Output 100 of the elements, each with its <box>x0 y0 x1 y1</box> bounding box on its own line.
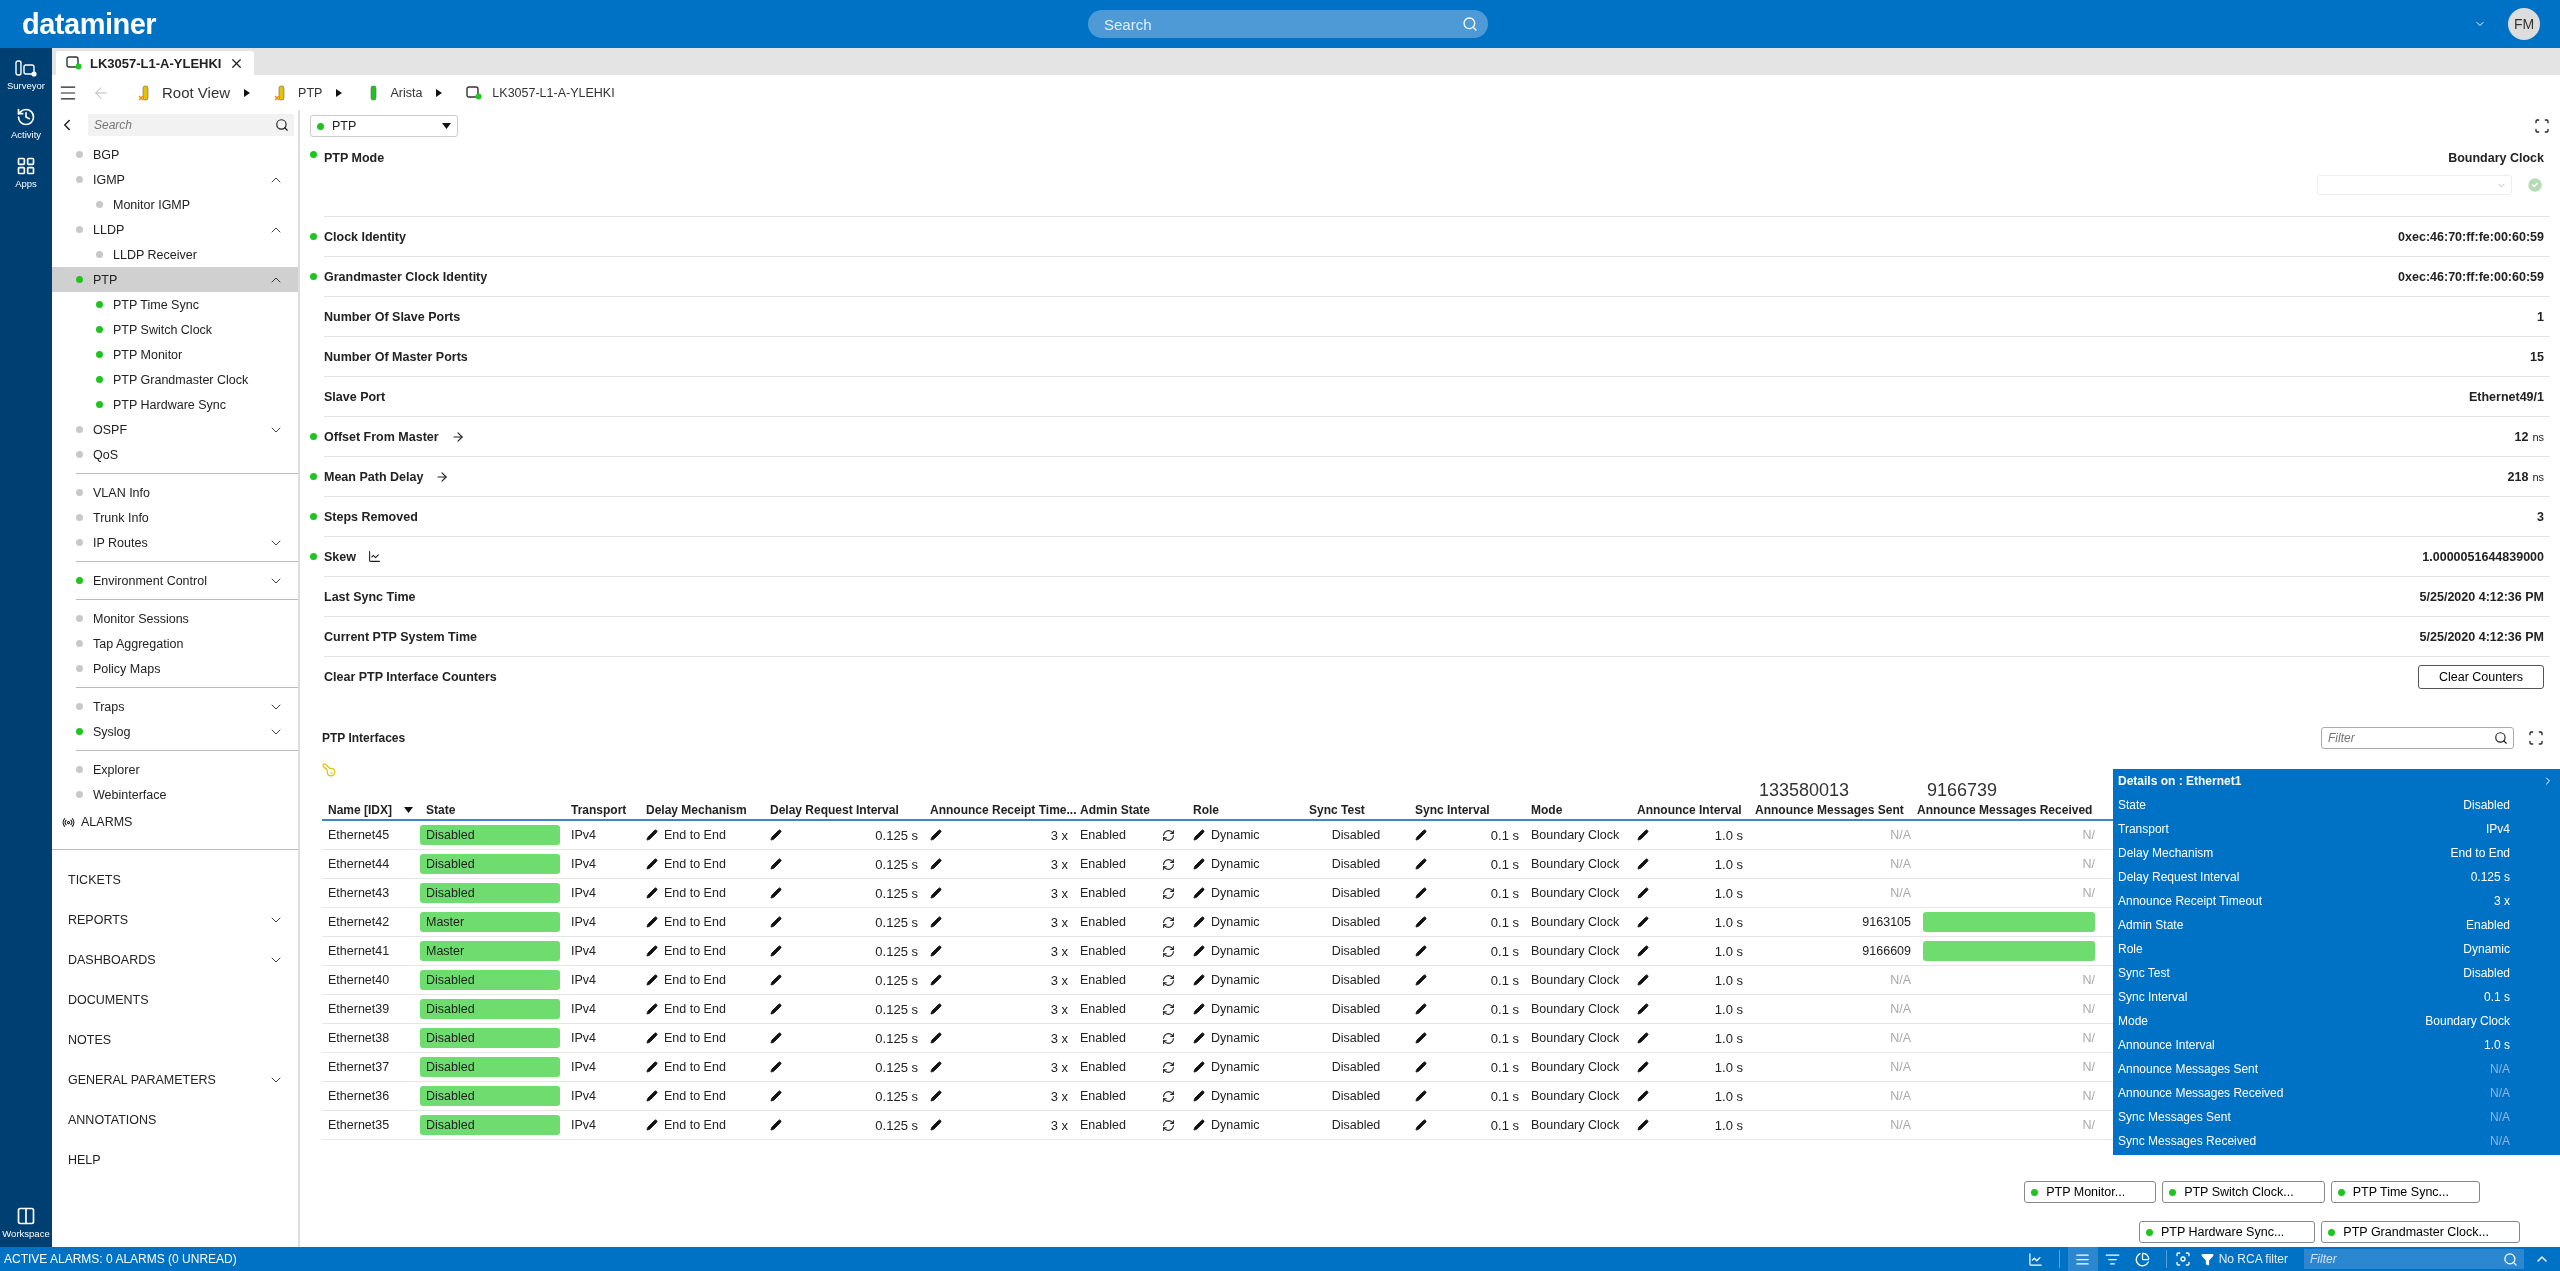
column-header[interactable]: Transport <box>565 803 627 817</box>
linked-page-button[interactable]: PTP Grandmaster Clock... <box>2321 1221 2520 1243</box>
tree-item[interactable]: Trunk Info <box>52 505 298 530</box>
pencil-icon[interactable] <box>770 1003 782 1015</box>
focus-icon[interactable] <box>2174 1251 2191 1267</box>
tree-item[interactable]: LLDP <box>52 217 298 242</box>
tree-item[interactable]: Explorer <box>52 757 298 782</box>
pencil-icon[interactable] <box>1415 1119 1427 1131</box>
menu-item[interactable]: TICKETS <box>52 860 298 900</box>
pencil-icon[interactable] <box>1193 945 1205 957</box>
tree-item[interactable]: BGP <box>52 142 298 167</box>
pencil-icon[interactable] <box>1193 829 1205 841</box>
rail-button[interactable]: Surveyor <box>0 58 52 93</box>
refresh-icon[interactable] <box>1162 915 1175 929</box>
tree-item[interactable]: PTP Monitor <box>52 342 298 367</box>
pencil-icon[interactable] <box>1193 1003 1205 1015</box>
refresh-icon[interactable] <box>1162 1060 1175 1074</box>
pencil-icon[interactable] <box>646 1061 658 1073</box>
fullscreen-icon[interactable] <box>2528 730 2544 746</box>
tree-item[interactable]: VLAN Info <box>52 480 298 505</box>
pencil-icon[interactable] <box>930 974 942 986</box>
pencil-icon[interactable] <box>770 829 782 841</box>
tree-item[interactable]: Monitor IGMP <box>52 192 298 217</box>
breadcrumb-link[interactable]: Root View <box>162 84 231 101</box>
refresh-icon[interactable] <box>1162 1089 1175 1103</box>
tree-item[interactable]: IP Routes <box>52 530 298 555</box>
breadcrumb-link[interactable]: Arista <box>390 85 423 100</box>
pencil-icon[interactable] <box>646 1032 658 1044</box>
pencil-icon[interactable] <box>1415 945 1427 957</box>
refresh-icon[interactable] <box>1162 1031 1175 1045</box>
rail-button[interactable]: Apps <box>0 154 52 191</box>
tree-item[interactable]: Webinterface <box>52 782 298 807</box>
pencil-icon[interactable] <box>1193 858 1205 870</box>
column-header[interactable]: Delay Request Interval <box>764 803 899 817</box>
pencil-icon[interactable] <box>770 1032 782 1044</box>
pencil-icon[interactable] <box>1415 1061 1427 1073</box>
pencil-icon[interactable] <box>930 1090 942 1102</box>
rail-button[interactable]: Workspace <box>0 1204 52 1241</box>
pencil-icon[interactable] <box>770 916 782 928</box>
tree-item[interactable]: OSPF <box>52 417 298 442</box>
rca-filter-label[interactable]: No RCA filter <box>2218 1252 2288 1266</box>
pencil-icon[interactable] <box>1637 1090 1649 1102</box>
pencil-icon[interactable] <box>646 1119 658 1131</box>
pencil-icon[interactable] <box>1637 1119 1649 1131</box>
pencil-icon[interactable] <box>1415 1032 1427 1044</box>
menu-item[interactable]: HELP <box>52 1140 298 1180</box>
tree-item[interactable]: PTP Hardware Sync <box>52 392 298 417</box>
list-view-button[interactable] <box>2067 1247 2098 1271</box>
column-header[interactable]: Name [IDX] <box>322 803 413 817</box>
tree-item[interactable]: PTP Grandmaster Clock <box>52 367 298 392</box>
menu-item[interactable]: DOCUMENTS <box>52 980 298 1020</box>
column-header[interactable]: Sync Interval <box>1409 803 1490 817</box>
pencil-icon[interactable] <box>1415 974 1427 986</box>
pencil-icon[interactable] <box>930 829 942 841</box>
pencil-icon[interactable] <box>646 887 658 899</box>
refresh-icon[interactable] <box>1162 886 1175 900</box>
pencil-icon[interactable] <box>930 1032 942 1044</box>
menu-item[interactable]: GENERAL PARAMETERS <box>52 1060 298 1100</box>
tree-item[interactable]: Environment Control <box>52 568 298 593</box>
refresh-icon[interactable] <box>1162 1002 1175 1016</box>
refresh-icon[interactable] <box>1162 944 1175 958</box>
search-field[interactable]: Search <box>1088 10 1488 38</box>
fullscreen-icon[interactable] <box>2534 118 2550 134</box>
pencil-icon[interactable] <box>1193 1061 1205 1073</box>
tree-item[interactable]: LLDP Receiver <box>52 242 298 267</box>
pencil-icon[interactable] <box>646 829 658 841</box>
linked-page-button[interactable]: PTP Time Sync... <box>2330 1181 2480 1203</box>
user-avatar[interactable]: FM <box>2508 8 2540 40</box>
pencil-icon[interactable] <box>1193 916 1205 928</box>
tree-item[interactable]: Syslog <box>52 719 298 744</box>
pencil-icon[interactable] <box>770 1061 782 1073</box>
pencil-icon[interactable] <box>1193 1032 1205 1044</box>
pencil-icon[interactable] <box>1415 916 1427 928</box>
tree-item[interactable]: Policy Maps <box>52 656 298 681</box>
linked-page-button[interactable]: PTP Monitor... <box>2024 1181 2157 1203</box>
tab[interactable]: LK3057-L1-A-YLEHKI <box>56 51 255 75</box>
pencil-icon[interactable] <box>1637 1003 1649 1015</box>
tree-item[interactable]: Traps <box>52 694 298 719</box>
pencil-icon[interactable] <box>1637 858 1649 870</box>
search-icon[interactable] <box>275 118 289 132</box>
column-header[interactable]: Announce Messages Sent <box>1749 803 1904 817</box>
pencil-icon[interactable] <box>770 974 782 986</box>
pencil-icon[interactable] <box>1637 887 1649 899</box>
tree-item[interactable]: QoS <box>52 442 298 467</box>
search-field[interactable]: Search <box>88 114 294 136</box>
refresh-icon[interactable] <box>1162 1118 1175 1132</box>
pencil-icon[interactable] <box>930 916 942 928</box>
column-header[interactable]: Delay Mechanism <box>640 803 747 817</box>
clear-counters-button[interactable]: Clear Counters <box>2417 665 2544 689</box>
pencil-icon[interactable] <box>1193 887 1205 899</box>
linked-page-button[interactable]: PTP Switch Clock... <box>2162 1181 2325 1203</box>
column-header[interactable]: Sync Test <box>1303 803 1365 817</box>
pencil-icon[interactable] <box>1193 974 1205 986</box>
column-header[interactable]: Announce Interval <box>1631 803 1742 817</box>
pencil-icon[interactable] <box>646 1003 658 1015</box>
tree-item[interactable]: Tap Aggregation <box>52 631 298 656</box>
pencil-icon[interactable] <box>1415 1090 1427 1102</box>
pencil-icon[interactable] <box>1637 829 1649 841</box>
pencil-icon[interactable] <box>1637 1032 1649 1044</box>
pencil-icon[interactable] <box>1415 829 1427 841</box>
